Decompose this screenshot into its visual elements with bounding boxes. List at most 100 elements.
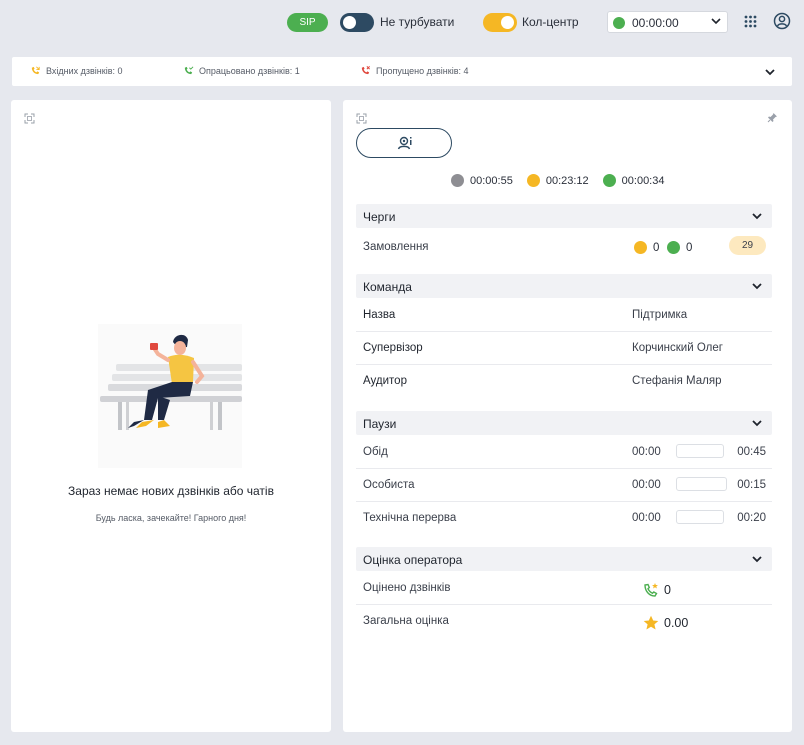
team-value: Корчинский Олег [632, 342, 723, 354]
rating-value: 0.00 [643, 615, 688, 631]
timer-value: 00:00:34 [621, 174, 665, 187]
chevron-down-icon [752, 213, 762, 220]
timer-offline: 00:00:55 [451, 174, 513, 187]
pause-limit: 00:20 [737, 512, 766, 524]
missed-call-icon [361, 66, 370, 75]
pause-progress-bar [676, 444, 724, 458]
toggle-knob [501, 16, 514, 29]
overall-rating-value: 0.00 [664, 616, 689, 630]
top-bar: SIP Не турбувати Кол-центр 00:00:00 [0, 0, 804, 44]
pause-used: 00:00 [632, 479, 661, 491]
pause-progress-bar [676, 510, 724, 524]
queue-waiting-count: 0 [634, 241, 659, 254]
waiting-dot [634, 241, 647, 254]
team-key: Аудитор [363, 375, 407, 387]
agent-info-button[interactable] [356, 128, 452, 158]
incoming-calls-stat: Вхідних дзвінків: 0 [30, 65, 123, 76]
pause-progress-bar [676, 477, 727, 491]
status-timers: 00:00:55 00:23:12 00:00:34 [451, 174, 664, 187]
pause-limit: 00:45 [737, 446, 766, 458]
user-info-icon [397, 136, 412, 150]
section-title: Команда [363, 280, 412, 294]
expand-icon[interactable] [24, 113, 35, 124]
timer-online: 00:00:34 [602, 174, 665, 187]
rating-section-header[interactable]: Оцінка оператора [356, 547, 772, 571]
do-not-disturb-toggle[interactable] [340, 13, 374, 32]
pause-used: 00:00 [632, 446, 661, 458]
team-row: Супервізор Корчинский Олег [356, 332, 772, 365]
rating-value: 0 [643, 582, 671, 598]
phone-star-icon [644, 583, 658, 597]
pin-icon[interactable] [767, 112, 778, 123]
pause-name: Особиста [363, 479, 415, 491]
chevron-down-icon [711, 18, 721, 25]
pause-row: Особиста 00:00 00:15 [356, 469, 772, 502]
expand-icon[interactable] [356, 113, 367, 124]
queue-name: Замовлення [363, 241, 429, 253]
incoming-calls-text: Вхідних дзвінків: 0 [46, 65, 123, 76]
team-value: Стефанія Маляр [632, 375, 722, 387]
rating-key: Загальна оцінка [363, 615, 449, 627]
timer-value: 00:00:55 [470, 174, 513, 187]
processed-calls-stat: Опрацьовано дзвінків: 1 [183, 65, 300, 76]
processed-call-icon [184, 66, 194, 75]
agent-info-panel: 00:00:55 00:23:12 00:00:34 Черги Замовле… [343, 100, 792, 732]
queue-total-badge: 29 [729, 236, 766, 255]
online-value: 0 [686, 241, 693, 254]
call-center-label: Кол-центр [522, 15, 579, 29]
apps-grid-icon[interactable] [744, 15, 757, 28]
agent-status-select[interactable]: 00:00:00 [607, 11, 728, 33]
queue-row: Замовлення 0 0 29 [356, 233, 772, 263]
pause-limit: 00:15 [737, 479, 766, 491]
team-key: Назва [363, 309, 396, 321]
pause-name: Обід [363, 446, 388, 458]
missed-calls-stat: Пропущено дзвінків: 4 [360, 65, 469, 76]
team-key: Супервізор [363, 342, 423, 354]
team-row: Аудитор Стефанія Маляр [356, 365, 772, 398]
toggle-knob [343, 16, 356, 29]
conversation-panel: Зараз немає нових дзвінків або чатів Буд… [11, 100, 331, 732]
empty-state-title: Зараз немає нових дзвінків або чатів [68, 484, 274, 498]
rating-key: Оцінено дзвінків [363, 582, 451, 594]
timer-dot [451, 174, 464, 187]
waiting-person-illustration [98, 324, 242, 468]
pause-row: Технічна перерва 00:00 00:20 [356, 502, 772, 535]
do-not-disturb-label: Не турбувати [380, 15, 455, 29]
queues-section-header[interactable]: Черги [356, 204, 772, 228]
chevron-down-icon [752, 283, 762, 290]
team-value: Підтримка [632, 309, 688, 321]
missed-calls-text: Пропущено дзвінків: 4 [376, 65, 469, 76]
waiting-value: 0 [653, 241, 660, 254]
team-section-header[interactable]: Команда [356, 274, 772, 298]
chevron-down-icon [752, 420, 762, 427]
status-timer: 00:00:00 [632, 16, 679, 30]
pause-used: 00:00 [632, 512, 661, 524]
call-center-toggle[interactable] [483, 13, 517, 32]
call-stats-bar: Вхідних дзвінків: 0 Опрацьовано дзвінків… [12, 57, 792, 86]
queue-online-count: 0 [667, 241, 692, 254]
user-profile-icon[interactable] [773, 12, 791, 30]
pause-name: Технічна перерва [363, 512, 457, 524]
processed-calls-text: Опрацьовано дзвінків: 1 [199, 65, 300, 76]
rating-row: Оцінено дзвінків 0 [356, 572, 772, 605]
pauses-section-header[interactable]: Паузи [356, 411, 772, 435]
rated-calls-count: 0 [664, 583, 671, 597]
status-dot [613, 17, 625, 29]
section-title: Паузи [363, 417, 397, 431]
online-dot [667, 241, 680, 254]
incoming-call-icon [31, 66, 40, 75]
chevron-down-icon[interactable] [764, 66, 776, 78]
section-title: Оцінка оператора [363, 553, 463, 567]
team-row: Назва Підтримка [356, 299, 772, 332]
empty-state-subtitle: Будь ласка, зачекайте! Гарного дня! [95, 513, 247, 523]
chevron-down-icon [752, 556, 762, 563]
timer-dot [602, 174, 616, 187]
timer-dot [526, 174, 540, 187]
section-title: Черги [363, 210, 396, 224]
sip-status-badge[interactable]: SIP [287, 13, 328, 32]
pause-row: Обід 00:00 00:45 [356, 436, 772, 469]
timer-value: 00:23:12 [545, 174, 589, 187]
timer-pause: 00:23:12 [526, 174, 589, 187]
rating-row: Загальна оцінка 0.00 [356, 605, 772, 638]
star-icon [643, 615, 659, 630]
